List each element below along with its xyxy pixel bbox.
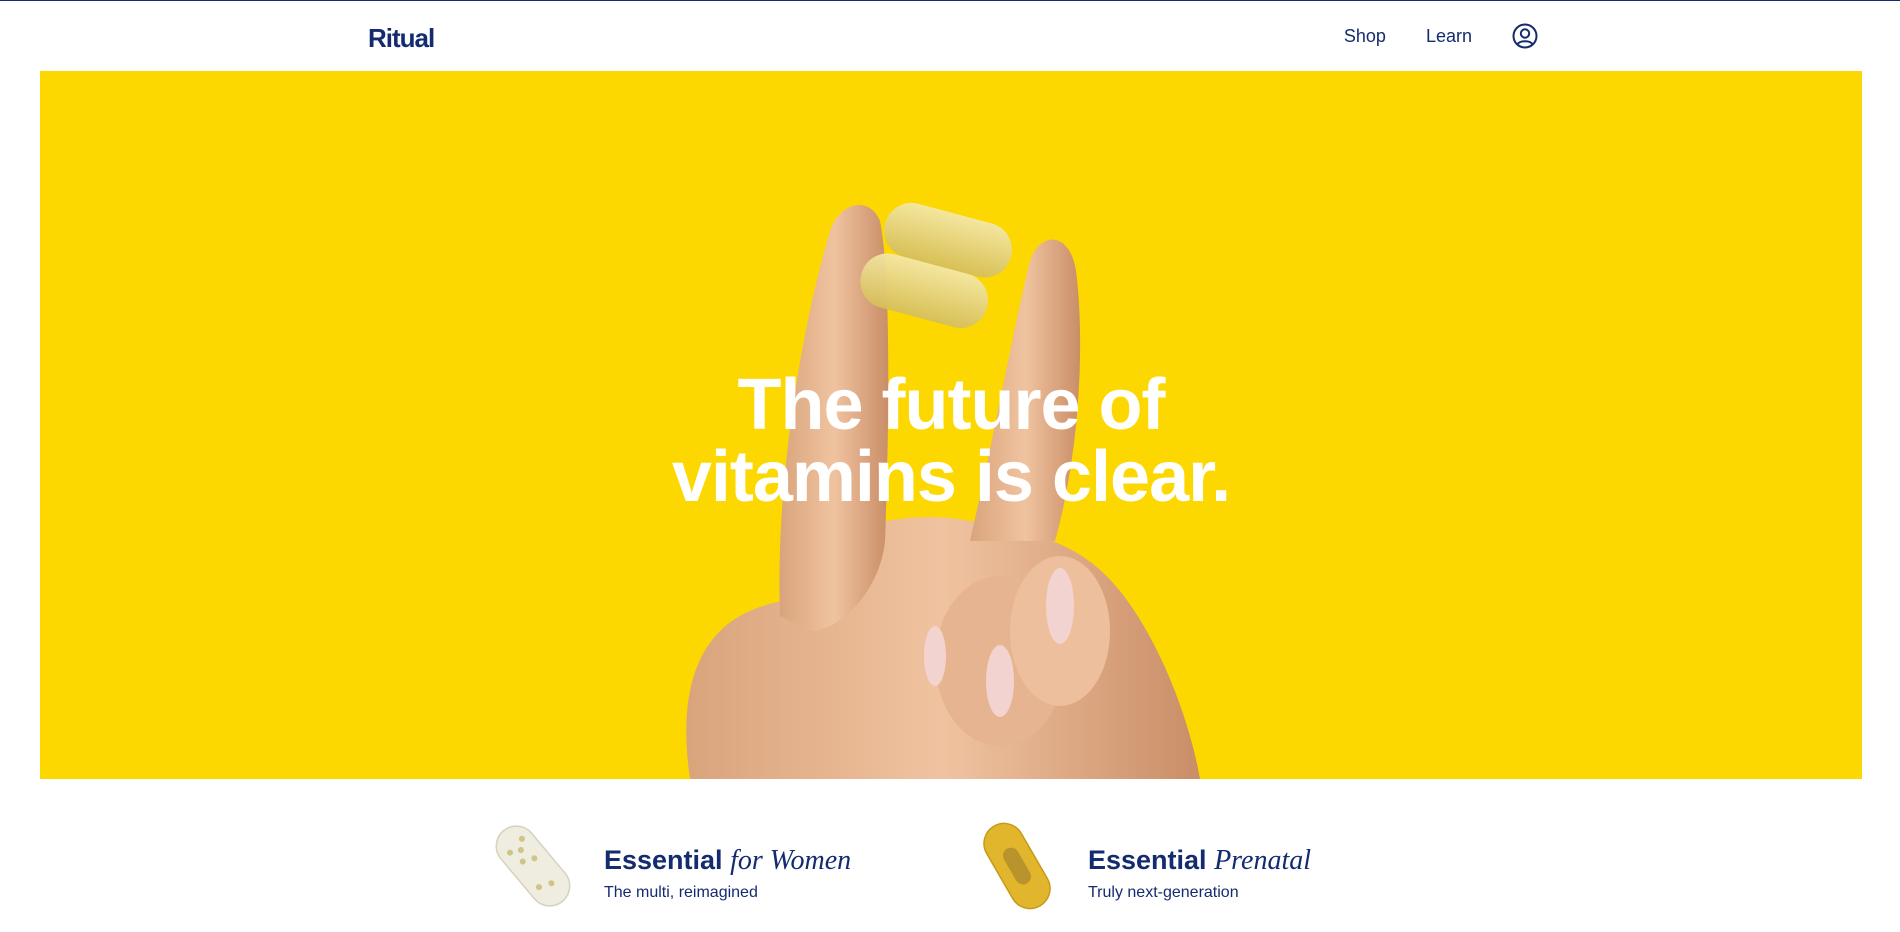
ritual-logo[interactable]: Ritual (368, 23, 435, 54)
product-title-bold: Essential (604, 845, 723, 875)
product-title-italic: Prenatal (1214, 845, 1312, 876)
hero-banner: The future of vitamins is clear. (40, 71, 1862, 779)
user-circle-icon[interactable] (1512, 23, 1538, 49)
product-text-prenatal: Essential Prenatal Truly next-generation (1088, 816, 1311, 902)
clear-capsule-icon (495, 825, 571, 907)
hero-headline: The future of vitamins is clear. (40, 369, 1862, 513)
product-title-prenatal: Essential Prenatal (1088, 845, 1311, 876)
nav-learn-link[interactable]: Learn (1426, 26, 1472, 47)
product-subtitle-prenatal: Truly next-generation (1088, 884, 1239, 901)
product-row: Essential for Women The multi, reimagine… (0, 816, 1900, 932)
site-header: Ritual Shop Learn (0, 1, 1900, 71)
main-nav: Shop Learn (1344, 23, 1538, 49)
product-essential-women[interactable]: Essential for Women The multi, reimagine… (484, 816, 851, 916)
headline-line-1: The future of (737, 365, 1166, 445)
headline-line-2: vitamins is clear. (671, 437, 1231, 517)
product-title-bold: Essential (1088, 845, 1207, 875)
product-title-italic: for Women (730, 845, 852, 876)
nav-shop-link[interactable]: Shop (1344, 26, 1386, 47)
product-essential-prenatal[interactable]: Essential Prenatal Truly next-generation (968, 816, 1311, 916)
product-title-women: Essential for Women (604, 845, 851, 876)
product-subtitle-women: The multi, reimagined (604, 884, 758, 901)
gold-capsule-icon (983, 822, 1051, 910)
product-text-women: Essential for Women The multi, reimagine… (604, 816, 851, 902)
page: Ritual Shop Learn The future of vitamins… (0, 0, 1900, 932)
